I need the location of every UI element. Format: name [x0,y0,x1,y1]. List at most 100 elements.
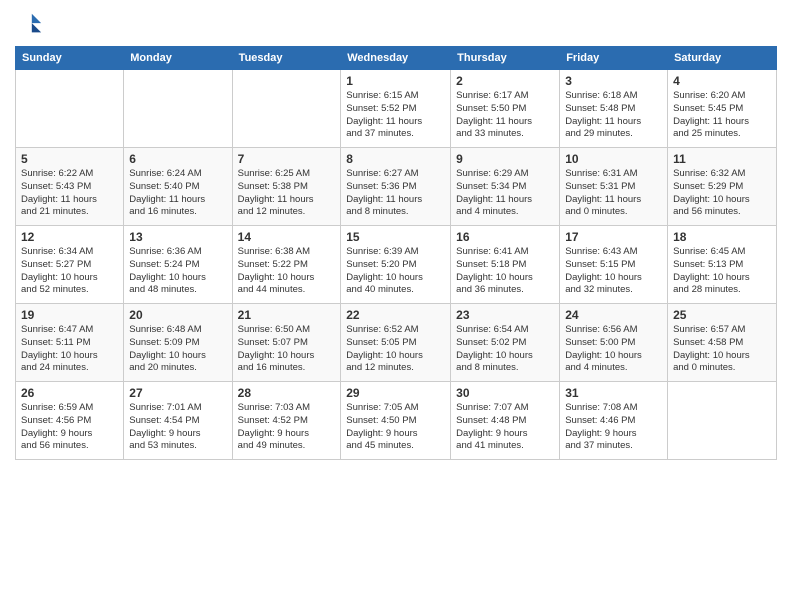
calendar-cell: 23Sunrise: 6:54 AM Sunset: 5:02 PM Dayli… [451,304,560,382]
calendar-cell: 25 Sunrise: 6:57 AM Sunset: 4:58 PM Dayli… [668,304,777,382]
day-info: Sunrise: 6:29 AM Sunset: 5:34 PM Dayligh… [456,168,554,219]
day-number: 11 [673,152,771,166]
calendar-cell: 8 Sunrise: 6:27 AM Sunset: 5:36 PM Daylig… [341,148,451,226]
logo [15,10,47,38]
day-number: 17 [565,230,662,244]
day-info: Sunrise: 6:25 AM Sunset: 5:38 PM Dayligh… [238,168,336,219]
calendar-cell [232,70,341,148]
day-info: Sunrise: 7:05 AM Sunset: 4:50 PM Dayligh… [346,402,445,453]
day-number: 16 [456,230,554,244]
day-number: 7 [238,152,336,166]
weekday-header-tuesday: Tuesday [232,47,341,70]
day-number: 12 [21,230,118,244]
day-number: 10 [565,152,662,166]
day-info: Sunrise: 6:47 AM Sunset: 5:11 PM Dayligh… [21,324,118,375]
calendar-cell: 21 Sunrise: 6:50 AM Sunset: 5:07 PM Dayli… [232,304,341,382]
calendar-cell: 17Sunrise: 6:43 AM Sunset: 5:15 PM Dayli… [560,226,668,304]
week-row-2: 5Sunrise: 6:22 AM Sunset: 5:43 PM Daylig… [16,148,777,226]
day-info: Sunrise: 6:24 AM Sunset: 5:40 PM Dayligh… [129,168,226,219]
calendar-cell: 22 Sunrise: 6:52 AM Sunset: 5:05 PM Dayli… [341,304,451,382]
calendar-cell: 7 Sunrise: 6:25 AM Sunset: 5:38 PM Daylig… [232,148,341,226]
day-number: 13 [129,230,226,244]
calendar-cell: 11 Sunrise: 6:32 AM Sunset: 5:29 PM Dayli… [668,148,777,226]
calendar-cell: 26Sunrise: 6:59 AM Sunset: 4:56 PM Dayli… [16,382,124,460]
day-info: Sunrise: 6:45 AM Sunset: 5:13 PM Dayligh… [673,246,771,297]
day-number: 1 [346,74,445,88]
day-info: Sunrise: 7:03 AM Sunset: 4:52 PM Dayligh… [238,402,336,453]
calendar-cell [668,382,777,460]
calendar-cell: 3 Sunrise: 6:18 AM Sunset: 5:48 PM Daylig… [560,70,668,148]
day-number: 18 [673,230,771,244]
weekday-header-sunday: Sunday [16,47,124,70]
calendar-cell: 10 Sunrise: 6:31 AM Sunset: 5:31 PM Dayli… [560,148,668,226]
weekday-header-friday: Friday [560,47,668,70]
calendar-cell: 16 Sunrise: 6:41 AM Sunset: 5:18 PM Dayli… [451,226,560,304]
day-number: 2 [456,74,554,88]
day-info: Sunrise: 6:32 AM Sunset: 5:29 PM Dayligh… [673,168,771,219]
day-info: Sunrise: 6:41 AM Sunset: 5:18 PM Dayligh… [456,246,554,297]
week-row-5: 26Sunrise: 6:59 AM Sunset: 4:56 PM Dayli… [16,382,777,460]
calendar-cell: 19 Sunrise: 6:47 AM Sunset: 5:11 PM Dayli… [16,304,124,382]
day-number: 29 [346,386,445,400]
day-info: Sunrise: 6:48 AM Sunset: 5:09 PM Dayligh… [129,324,226,375]
day-number: 24 [565,308,662,322]
day-number: 21 [238,308,336,322]
day-number: 3 [565,74,662,88]
calendar-cell: 30 Sunrise: 7:07 AM Sunset: 4:48 PM Dayli… [451,382,560,460]
day-number: 6 [129,152,226,166]
day-number: 4 [673,74,771,88]
calendar-cell: 20 Sunrise: 6:48 AM Sunset: 5:09 PM Dayli… [124,304,232,382]
weekday-header-monday: Monday [124,47,232,70]
weekday-header-row: SundayMondayTuesdayWednesdayThursdayFrid… [16,47,777,70]
day-number: 28 [238,386,336,400]
day-info: Sunrise: 6:18 AM Sunset: 5:48 PM Dayligh… [565,90,662,141]
day-number: 5 [21,152,118,166]
day-number: 9 [456,152,554,166]
day-number: 22 [346,308,445,322]
week-row-4: 19 Sunrise: 6:47 AM Sunset: 5:11 PM Dayli… [16,304,777,382]
page: SundayMondayTuesdayWednesdayThursdayFrid… [0,0,792,612]
day-info: Sunrise: 6:50 AM Sunset: 5:07 PM Dayligh… [238,324,336,375]
day-number: 20 [129,308,226,322]
calendar-cell: 5Sunrise: 6:22 AM Sunset: 5:43 PM Daylig… [16,148,124,226]
calendar-cell [124,70,232,148]
day-number: 14 [238,230,336,244]
calendar-cell: 6 Sunrise: 6:24 AM Sunset: 5:40 PM Daylig… [124,148,232,226]
day-number: 25 [673,308,771,322]
calendar-cell: 18 Sunrise: 6:45 AM Sunset: 5:13 PM Dayli… [668,226,777,304]
day-info: Sunrise: 6:38 AM Sunset: 5:22 PM Dayligh… [238,246,336,297]
calendar-cell: 9 Sunrise: 6:29 AM Sunset: 5:34 PM Daylig… [451,148,560,226]
calendar-cell: 13 Sunrise: 6:36 AM Sunset: 5:24 PM Dayli… [124,226,232,304]
day-info: Sunrise: 6:57 AM Sunset: 4:58 PM Dayligh… [673,324,771,375]
calendar-table: SundayMondayTuesdayWednesdayThursdayFrid… [15,46,777,460]
day-number: 30 [456,386,554,400]
week-row-3: 12 Sunrise: 6:34 AM Sunset: 5:27 PM Dayli… [16,226,777,304]
weekday-header-saturday: Saturday [668,47,777,70]
day-info: Sunrise: 6:59 AM Sunset: 4:56 PM Dayligh… [21,402,118,453]
calendar-cell: 2 Sunrise: 6:17 AM Sunset: 5:50 PM Daylig… [451,70,560,148]
day-info: Sunrise: 6:34 AM Sunset: 5:27 PM Dayligh… [21,246,118,297]
day-info: Sunrise: 6:36 AM Sunset: 5:24 PM Dayligh… [129,246,226,297]
day-info: Sunrise: 6:17 AM Sunset: 5:50 PM Dayligh… [456,90,554,141]
day-info: Sunrise: 6:27 AM Sunset: 5:36 PM Dayligh… [346,168,445,219]
weekday-header-thursday: Thursday [451,47,560,70]
day-number: 15 [346,230,445,244]
calendar-cell: 15 Sunrise: 6:39 AM Sunset: 5:20 PM Dayli… [341,226,451,304]
calendar-cell: 14 Sunrise: 6:38 AM Sunset: 5:22 PM Dayli… [232,226,341,304]
day-number: 27 [129,386,226,400]
calendar-cell [16,70,124,148]
day-info: Sunrise: 7:07 AM Sunset: 4:48 PM Dayligh… [456,402,554,453]
day-info: Sunrise: 6:39 AM Sunset: 5:20 PM Dayligh… [346,246,445,297]
day-info: Sunrise: 7:01 AM Sunset: 4:54 PM Dayligh… [129,402,226,453]
calendar-cell: 31 Sunrise: 7:08 AM Sunset: 4:46 PM Dayli… [560,382,668,460]
day-number: 31 [565,386,662,400]
day-info: Sunrise: 6:52 AM Sunset: 5:05 PM Dayligh… [346,324,445,375]
day-info: Sunrise: 6:54 AM Sunset: 5:02 PM Dayligh… [456,324,554,375]
day-info: Sunrise: 7:08 AM Sunset: 4:46 PM Dayligh… [565,402,662,453]
weekday-header-wednesday: Wednesday [341,47,451,70]
calendar-cell: 4Sunrise: 6:20 AM Sunset: 5:45 PM Daylig… [668,70,777,148]
day-number: 8 [346,152,445,166]
calendar-cell: 1Sunrise: 6:15 AM Sunset: 5:52 PM Daylig… [341,70,451,148]
day-number: 19 [21,308,118,322]
day-info: Sunrise: 6:31 AM Sunset: 5:31 PM Dayligh… [565,168,662,219]
